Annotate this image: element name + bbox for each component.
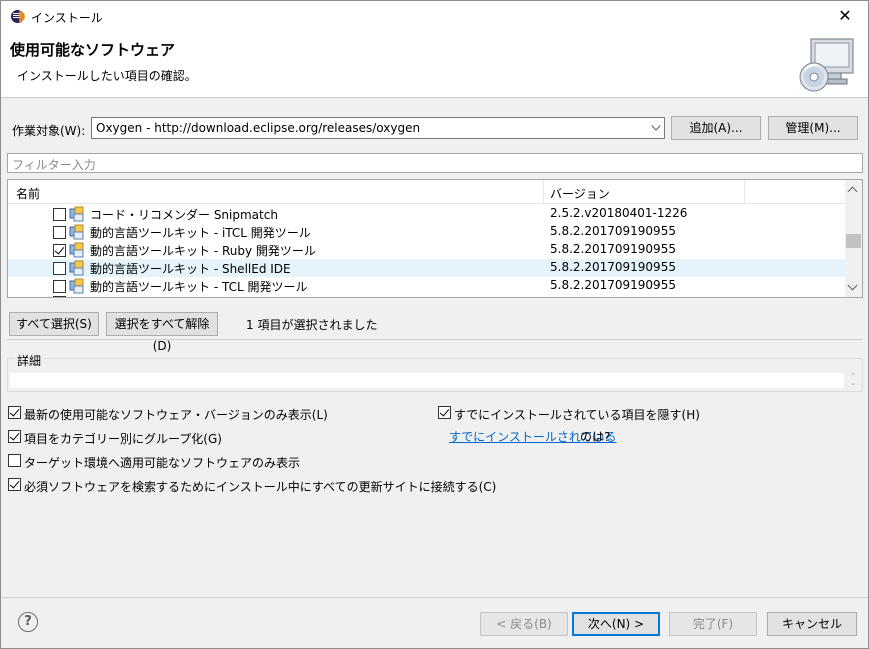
column-header-name[interactable]: 名前 [16, 185, 40, 202]
scroll-up-icon[interactable] [847, 186, 858, 197]
group-by-category-checkbox[interactable] [8, 430, 21, 443]
table-row[interactable]: 動的言語ツールキット - ShellEd IDE 5.8.2.2017091909… [8, 259, 845, 277]
window-title: インストール [31, 11, 103, 25]
back-button[interactable]: < 戻る(B) [480, 612, 568, 636]
feature-plugin-icon [69, 278, 84, 294]
work-with-label: 作業対象(W): [12, 124, 86, 138]
column-separator [744, 180, 745, 204]
separator [7, 339, 863, 340]
details-label: 詳細 [15, 352, 44, 369]
row-name: 動的言語ツールキット - TCL 開発ツール [90, 280, 308, 294]
scroll-down-icon[interactable] [847, 280, 858, 291]
software-tree: 名前 バージョン コード・リコメンダー Snipmatch 2.5.2.v2018… [7, 179, 863, 298]
contact-all-sites-checkbox[interactable] [8, 478, 21, 491]
latest-only-label: 最新の使用可能なソフトウェア・バージョンのみ表示(L) [24, 408, 328, 422]
manage-sites-button[interactable]: 管理(M)... [768, 116, 858, 140]
finish-button[interactable]: 完了(F) [669, 612, 757, 636]
row-checkbox[interactable] [53, 262, 66, 275]
hide-installed-checkbox[interactable] [438, 406, 451, 419]
feature-plugin-icon [69, 224, 84, 240]
table-row-partial [8, 294, 845, 297]
details-text-area[interactable] [10, 373, 844, 388]
feature-plugin-icon [69, 260, 84, 276]
install-cd-monitor-icon [799, 38, 854, 92]
group-by-category-label: 項目をカテゴリー別にグループ化(G) [24, 432, 222, 446]
row-name: コード・リコメンダー Snipmatch [90, 208, 278, 222]
eclipse-icon [11, 10, 25, 23]
add-site-button[interactable]: 追加(A)... [671, 116, 761, 140]
tree-scrollbar[interactable] [845, 180, 862, 297]
title-bar: インストール ✕ [1, 1, 868, 31]
page-title: 使用可能なソフトウェア [10, 41, 176, 59]
target-env-only-checkbox[interactable] [8, 454, 21, 467]
details-scroll-arrows-icon[interactable]: ⌃ ⌄ [846, 373, 860, 388]
column-separator [543, 180, 544, 204]
row-name: 動的言語ツールキット - ShellEd IDE [90, 262, 291, 276]
tree-header: 名前 バージョン [8, 180, 845, 204]
row-version: 2.5.2.v20180401-1226 [550, 206, 688, 220]
filter-input[interactable]: フィルター入力 [7, 153, 863, 173]
help-icon[interactable]: ? [18, 612, 38, 632]
row-version: 5.8.2.201709190955 [550, 278, 676, 292]
row-version: 5.8.2.201709190955 [550, 242, 676, 256]
row-checkbox[interactable] [53, 244, 66, 257]
feature-plugin-icon [69, 206, 84, 222]
work-with-combo[interactable]: Oxygen - http://download.eclipse.org/rel… [91, 117, 665, 139]
row-checkbox[interactable] [53, 208, 66, 221]
row-name: 動的言語ツールキット - Ruby 開発ツール [90, 244, 316, 258]
page-subtitle: インストールしたい項目の確認。 [17, 69, 197, 83]
install-dialog: インストール ✕ 使用可能なソフトウェア インストールしたい項目の確認。 作業対… [0, 0, 869, 649]
row-checkbox[interactable] [53, 296, 66, 297]
feature-plugin-icon [69, 242, 84, 258]
row-name: 動的言語ツールキット - iTCL 開発ツール [90, 226, 311, 240]
installed-items-suffix: のは? [580, 430, 611, 444]
close-button[interactable]: ✕ [822, 1, 868, 31]
select-all-button[interactable]: すべて選択(S) [9, 312, 99, 336]
row-version: 5.8.2.201709190955 [550, 224, 676, 238]
row-checkbox[interactable] [53, 280, 66, 293]
latest-only-checkbox[interactable] [8, 406, 21, 419]
target-env-only-label: ターゲット環境へ適用可能なソフトウェアのみ表示 [24, 456, 301, 470]
hide-installed-label: すでにインストールされている項目を隠す(H) [454, 408, 700, 422]
next-button[interactable]: 次へ(N) > [572, 612, 660, 636]
wizard-header: 使用可能なソフトウェア インストールしたい項目の確認。 [1, 31, 868, 98]
column-header-version[interactable]: バージョン [550, 185, 610, 202]
separator [1, 597, 868, 598]
details-group: ⌃ ⌄ [7, 358, 863, 392]
row-checkbox[interactable] [53, 226, 66, 239]
row-version: 5.8.2.201709190955 [550, 260, 676, 274]
selection-status: 1 項目が選択されました [246, 318, 378, 332]
table-row[interactable]: 動的言語ツールキット - iTCL 開発ツール 5.8.2.20170919095… [8, 223, 845, 241]
deselect-all-button[interactable]: 選択をすべて解除(D) [106, 312, 218, 353]
work-with-value: Oxygen - http://download.eclipse.org/rel… [96, 121, 421, 135]
table-row[interactable]: 動的言語ツールキット - Ruby 開発ツール 5.8.2.20170919095… [8, 241, 845, 259]
table-row[interactable]: コード・リコメンダー Snipmatch 2.5.2.v20180401-1226 [8, 205, 845, 223]
cancel-button[interactable]: キャンセル [767, 612, 857, 636]
scroll-thumb[interactable] [846, 234, 861, 248]
table-row[interactable]: 動的言語ツールキット - TCL 開発ツール 5.8.2.201709190955 [8, 277, 845, 295]
contact-all-sites-label: 必須ソフトウェアを検索するためにインストール中にすべての更新サイトに接続する(C… [24, 480, 497, 494]
chevron-down-icon[interactable] [651, 121, 661, 131]
